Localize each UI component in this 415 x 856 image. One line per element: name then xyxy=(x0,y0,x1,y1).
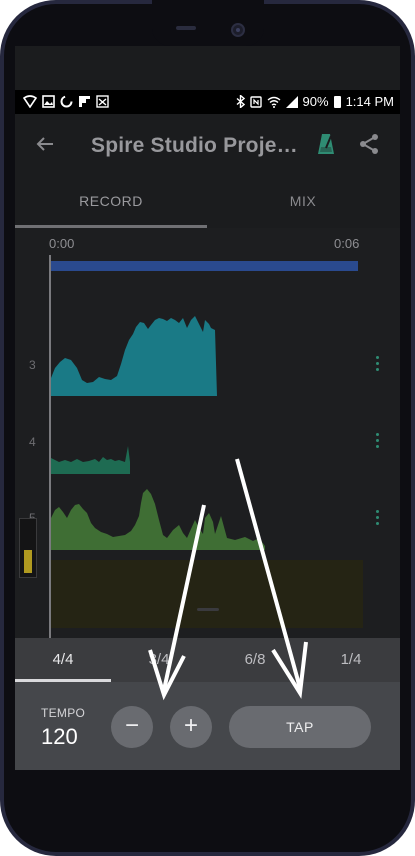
screen: 90% 1:14 PM Spire Studio Project… RECORD… xyxy=(15,46,400,770)
track-number: 4 xyxy=(29,435,36,449)
wifi-shield-icon xyxy=(23,95,37,108)
share-icon[interactable] xyxy=(357,132,381,156)
time-signature-1-4[interactable]: 1/4 xyxy=(303,638,399,682)
time-signature-4-4[interactable]: 4/4 xyxy=(15,638,111,682)
time-signature-6-8[interactable]: 6/8 xyxy=(207,638,303,682)
tempo-label: TEMPO xyxy=(41,706,86,720)
tempo-increment-button[interactable]: + xyxy=(170,706,212,748)
level-meter-fill xyxy=(24,550,32,573)
clock: 1:14 PM xyxy=(345,94,394,109)
timeline: 0:00 0:06 3 4 5 xyxy=(15,228,400,638)
project-title: Spire Studio Project… xyxy=(91,134,301,157)
time-signature-3-4[interactable]: 3/4 xyxy=(111,638,207,682)
track-5-menu-icon[interactable] xyxy=(376,510,380,528)
app-bar: Spire Studio Project… xyxy=(15,114,400,178)
voicemail-icon xyxy=(96,95,109,108)
track-3-waveform xyxy=(51,316,217,396)
time-signature-bar: 4/4 3/4 6/8 1/4 xyxy=(15,638,400,682)
battery-percent: 90% xyxy=(302,94,329,109)
tap-tempo-button[interactable]: TAP xyxy=(229,706,371,748)
track-3-menu-icon[interactable] xyxy=(376,356,380,374)
track-number: 3 xyxy=(29,358,36,372)
track-4-menu-icon[interactable] xyxy=(376,433,380,451)
input-level-meter xyxy=(19,518,37,578)
system-status: 90% 1:14 PM xyxy=(236,94,394,109)
track-5-waveform xyxy=(51,489,265,550)
tab-mix[interactable]: MIX xyxy=(207,178,399,228)
notch xyxy=(152,0,264,46)
image-icon xyxy=(42,95,55,108)
sync-icon xyxy=(60,95,73,108)
notification-icons xyxy=(23,95,109,108)
track-4-waveform xyxy=(51,446,130,474)
panel-drag-handle[interactable] xyxy=(197,608,219,611)
track-2-waveform xyxy=(51,261,358,271)
wifi-icon xyxy=(267,96,280,108)
nfc-icon xyxy=(249,95,262,108)
earpiece-speaker xyxy=(176,26,196,30)
phone-frame: 90% 1:14 PM Spire Studio Project… RECORD… xyxy=(0,0,415,856)
battery-icon xyxy=(333,95,341,108)
tempo-decrement-button[interactable]: − xyxy=(111,706,153,748)
playhead[interactable] xyxy=(49,255,51,638)
flipboard-icon xyxy=(79,96,90,107)
waveform-area xyxy=(51,261,363,628)
back-arrow-icon[interactable] xyxy=(35,134,55,154)
recording-track-area xyxy=(51,560,363,628)
status-bar: 90% 1:14 PM xyxy=(15,90,400,114)
signal-icon xyxy=(285,95,298,108)
tempo-controls: TEMPO 120 − + TAP xyxy=(15,682,400,770)
front-camera xyxy=(231,23,245,37)
metronome-icon[interactable] xyxy=(317,133,335,155)
tab-record[interactable]: RECORD xyxy=(15,178,207,228)
tab-bar: RECORD MIX xyxy=(15,178,400,228)
tempo-value: 120 xyxy=(41,724,78,749)
bluetooth-icon xyxy=(236,95,245,108)
